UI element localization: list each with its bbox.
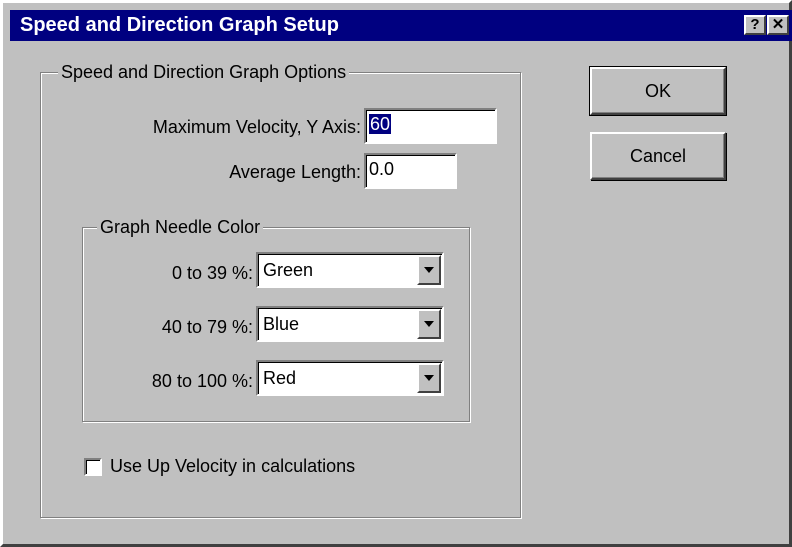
needle-color-value: Green [263, 260, 314, 280]
needle-color-select-0-39[interactable]: Green [256, 252, 444, 288]
dialog-window: Speed and Direction Graph Setup ? ✕ Spee… [0, 0, 792, 547]
average-length-label: Average Length: [229, 162, 361, 182]
max-velocity-input[interactable]: 60 [364, 108, 497, 144]
dropdown-arrow-icon[interactable] [417, 309, 441, 339]
needle-color-select-80-100[interactable]: Red [256, 360, 444, 396]
needle-color-value: Blue [263, 314, 300, 334]
close-button[interactable]: ✕ [767, 15, 789, 35]
title-bar[interactable]: Speed and Direction Graph Setup ? ✕ [10, 10, 792, 41]
ok-button[interactable]: OK [589, 66, 727, 116]
max-velocity-label: Maximum Velocity, Y Axis: [152, 117, 361, 137]
help-icon: ? [750, 16, 760, 33]
needle-color-value: Red [263, 368, 297, 388]
help-button[interactable]: ? [744, 15, 766, 35]
needle-color-row-label: 80 to 100 %: [151, 371, 253, 391]
needle-color-row-label: 0 to 39 %: [171, 263, 253, 283]
use-up-velocity-label[interactable]: Use Up Velocity in calculations [110, 455, 355, 477]
average-length-value: 0.0 [369, 159, 395, 179]
average-length-input[interactable]: 0.0 [364, 153, 457, 189]
close-icon: ✕ [771, 16, 785, 33]
options-group-legend: Speed and Direction Graph Options [58, 61, 350, 83]
needle-color-select-40-79[interactable]: Blue [256, 306, 444, 342]
needle-color-row-label: 40 to 79 %: [161, 317, 253, 337]
max-velocity-value: 60 [369, 114, 392, 134]
dropdown-arrow-icon[interactable] [417, 363, 441, 393]
needle-color-group-legend: Graph Needle Color [97, 216, 264, 238]
use-up-velocity-checkbox[interactable] [84, 458, 102, 476]
dropdown-arrow-icon[interactable] [417, 255, 441, 285]
window-title: Speed and Direction Graph Setup [20, 14, 339, 36]
cancel-button[interactable]: Cancel [590, 132, 726, 180]
